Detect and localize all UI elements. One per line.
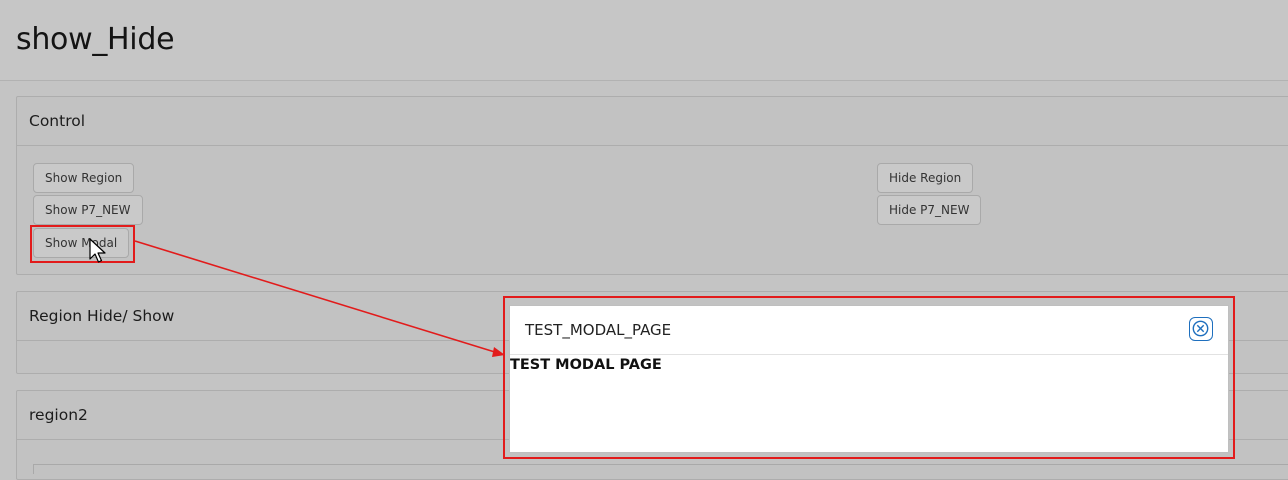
hide-region-button[interactable]: Hide Region: [877, 163, 974, 193]
hide-p7-new-button[interactable]: Hide P7_NEW: [877, 195, 982, 225]
page-header: show_Hide: [0, 0, 1288, 81]
modal-body-text: TEST MODAL PAGE: [510, 357, 662, 373]
region2-content-border: [33, 464, 1288, 474]
page-title: show_Hide: [16, 22, 175, 57]
modal-header: TEST_MODAL_PAGE: [510, 306, 1228, 355]
modal-dialog: TEST_MODAL_PAGE TEST MODAL PAGE: [509, 305, 1229, 453]
show-modal-button[interactable]: Show Modal: [33, 228, 130, 258]
control-region-header: Control: [17, 97, 1288, 146]
close-icon: [1192, 320, 1209, 337]
control-region: Control: [16, 96, 1288, 275]
modal-close-button[interactable]: [1189, 317, 1213, 341]
region2-title: region2: [29, 406, 88, 424]
show-p7-new-button[interactable]: Show P7_NEW: [33, 195, 143, 225]
region-hide-show-title: Region Hide/ Show: [29, 307, 175, 325]
modal-title: TEST_MODAL_PAGE: [525, 321, 672, 339]
show-region-button[interactable]: Show Region: [33, 163, 135, 193]
control-region-title: Control: [29, 112, 86, 130]
